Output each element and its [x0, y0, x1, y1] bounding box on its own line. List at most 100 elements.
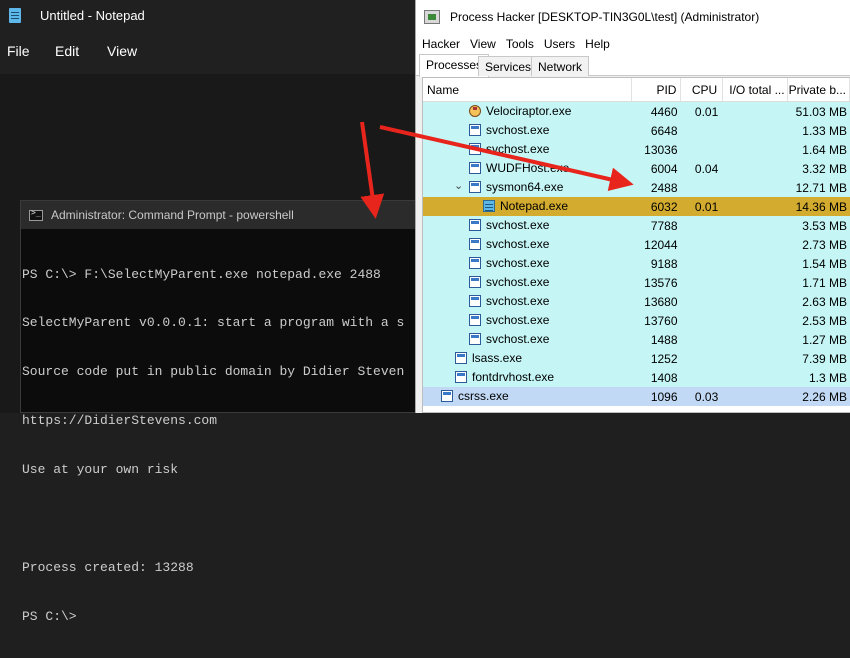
process-row[interactable]: lsass.exe 1252 7.39 MB — [423, 349, 850, 368]
process-row[interactable]: svchost.exe 13760 2.53 MB — [423, 311, 850, 330]
console-line: Use at your own risk — [22, 462, 179, 478]
ph-menubar: Hacker View Tools Users Help — [416, 34, 850, 54]
process-private-bytes: 2.63 MB — [802, 294, 847, 309]
process-row[interactable]: svchost.exe 6648 1.33 MB — [423, 121, 850, 140]
process-rows: Velociraptor.exe 4460 0.01 51.03 MB svchost.… — [423, 102, 850, 406]
process-pid: 4460 — [650, 104, 678, 119]
process-row[interactable]: svchost.exe 7788 3.53 MB — [423, 216, 850, 235]
menu-help[interactable]: Help — [585, 37, 610, 51]
column-cpu[interactable]: CPU — [681, 78, 724, 101]
console-line: PS C:\> F:\SelectMyParent.exe notepad.ex… — [22, 266, 381, 282]
column-pid[interactable]: PID — [632, 78, 682, 101]
process-name: fontdrvhost.exe — [472, 370, 555, 384]
process-row[interactable]: svchost.exe 13036 1.64 MB — [423, 140, 850, 159]
process-private-bytes: 1.33 MB — [802, 123, 847, 138]
process-row[interactable]: svchost.exe 9188 1.54 MB — [423, 254, 850, 273]
process-private-bytes: 12.71 MB — [795, 180, 847, 195]
process-pid: 6004 — [650, 161, 678, 176]
process-icon — [469, 162, 481, 174]
process-icon — [469, 143, 481, 155]
process-pid: 6032 — [650, 199, 678, 214]
process-cpu: 0.04 — [694, 161, 719, 176]
process-row[interactable]: svchost.exe 12044 2.73 MB — [423, 235, 850, 254]
process-pid: 9188 — [650, 256, 678, 271]
process-name-cell: fontdrvhost.exe — [423, 368, 632, 387]
process-pid: 1408 — [650, 370, 678, 385]
ph-titlebar[interactable]: Process Hacker [DESKTOP-TIN3G0L\test] (A… — [416, 0, 850, 34]
process-row[interactable]: svchost.exe 1488 1.27 MB — [423, 330, 850, 349]
process-private-bytes: 2.53 MB — [802, 313, 847, 328]
column-io-total[interactable]: I/O total ... — [723, 78, 788, 101]
process-name: svchost.exe — [486, 237, 550, 251]
process-name-cell: svchost.exe — [423, 140, 632, 159]
console-line: Process created: 13288 — [22, 559, 194, 575]
process-icon — [469, 219, 481, 231]
process-private-bytes: 1.71 MB — [802, 275, 847, 290]
process-cpu: 0.03 — [694, 389, 719, 404]
process-row[interactable]: Velociraptor.exe 4460 0.01 51.03 MB — [423, 102, 850, 121]
process-row[interactable]: svchost.exe 13680 2.63 MB — [423, 292, 850, 311]
process-row[interactable]: WUDFHost.exe 6004 0.04 3.32 MB — [423, 159, 850, 178]
process-row[interactable]: svchost.exe 13576 1.71 MB — [423, 273, 850, 292]
menu-hacker[interactable]: Hacker — [422, 37, 460, 51]
process-tree-header: Name PID CPU I/O total ... Private b... — [423, 78, 850, 102]
notepad-title: Untitled - Notepad — [40, 8, 145, 23]
process-private-bytes: 2.26 MB — [802, 389, 847, 404]
process-name-cell: WUDFHost.exe — [423, 159, 632, 178]
process-row[interactable]: csrss.exe 1096 0.03 2.26 MB — [423, 387, 850, 406]
process-private-bytes: 1.54 MB — [802, 256, 847, 271]
process-private-bytes: 7.39 MB — [802, 351, 847, 366]
process-row[interactable]: ⌄ sysmon64.exe 2488 12.71 MB — [423, 178, 850, 197]
process-icon — [441, 390, 453, 402]
process-name-cell: Velociraptor.exe — [423, 102, 632, 121]
process-name: svchost.exe — [486, 332, 550, 346]
process-pid: 6648 — [650, 123, 678, 138]
cmd-title: Administrator: Command Prompt - powershe… — [51, 208, 294, 222]
process-name: lsass.exe — [472, 351, 523, 365]
process-cpu: 0.01 — [694, 199, 719, 214]
process-icon — [455, 352, 467, 364]
menu-view[interactable]: View — [470, 37, 496, 51]
process-row[interactable]: fontdrvhost.exe 1408 1.3 MB — [423, 368, 850, 387]
console-line: SelectMyParent v0.0.0.1: start a program… — [22, 315, 405, 331]
menu-users[interactable]: Users — [544, 37, 575, 51]
process-name: svchost.exe — [486, 256, 550, 270]
process-icon — [469, 238, 481, 250]
process-pid: 13760 — [644, 313, 678, 328]
process-icon — [469, 314, 481, 326]
process-pid: 13576 — [644, 275, 678, 290]
process-name-cell: lsass.exe — [423, 349, 632, 368]
cmd-console[interactable]: PS C:\> F:\SelectMyParent.exe notepad.ex… — [21, 229, 417, 658]
process-name: sysmon64.exe — [486, 180, 564, 194]
process-tree[interactable]: Name PID CPU I/O total ... Private b... … — [422, 77, 850, 413]
menu-tools[interactable]: Tools — [506, 37, 534, 51]
tab-network[interactable]: Network — [531, 56, 590, 76]
menu-file[interactable]: File — [7, 38, 30, 64]
menu-view[interactable]: View — [107, 38, 137, 64]
process-pid: 12044 — [644, 237, 678, 252]
notepad-titlebar[interactable]: Untitled - Notepad — [0, 0, 420, 32]
column-name[interactable]: Name — [423, 78, 633, 101]
process-name: svchost.exe — [486, 123, 550, 137]
process-private-bytes: 1.3 MB — [808, 370, 847, 385]
process-name: svchost.exe — [486, 218, 550, 232]
process-row[interactable]: Notepad.exe 6032 0.01 14.36 MB — [423, 197, 850, 216]
menu-edit[interactable]: Edit — [55, 38, 79, 64]
process-name: WUDFHost.exe — [486, 161, 570, 175]
chevron-down-icon[interactable]: ⌄ — [454, 179, 463, 192]
ph-tabbar: Processes Services Network — [416, 54, 850, 77]
tab-services[interactable]: Services — [478, 56, 539, 76]
process-name: Notepad.exe — [500, 199, 569, 213]
process-hacker-window: Process Hacker [DESKTOP-TIN3G0L\test] (A… — [415, 0, 850, 413]
process-pid: 7788 — [650, 218, 678, 233]
process-name: svchost.exe — [486, 294, 550, 308]
process-name-cell: svchost.exe — [423, 330, 632, 349]
process-private-bytes: 1.27 MB — [802, 332, 847, 347]
process-name: svchost.exe — [486, 275, 550, 289]
process-name-cell: svchost.exe — [423, 121, 632, 140]
process-name-cell: svchost.exe — [423, 292, 632, 311]
process-private-bytes: 3.32 MB — [802, 161, 847, 176]
cmd-titlebar[interactable]: Administrator: Command Prompt - powershe… — [21, 201, 417, 229]
column-private-bytes[interactable]: Private b... — [788, 78, 850, 101]
